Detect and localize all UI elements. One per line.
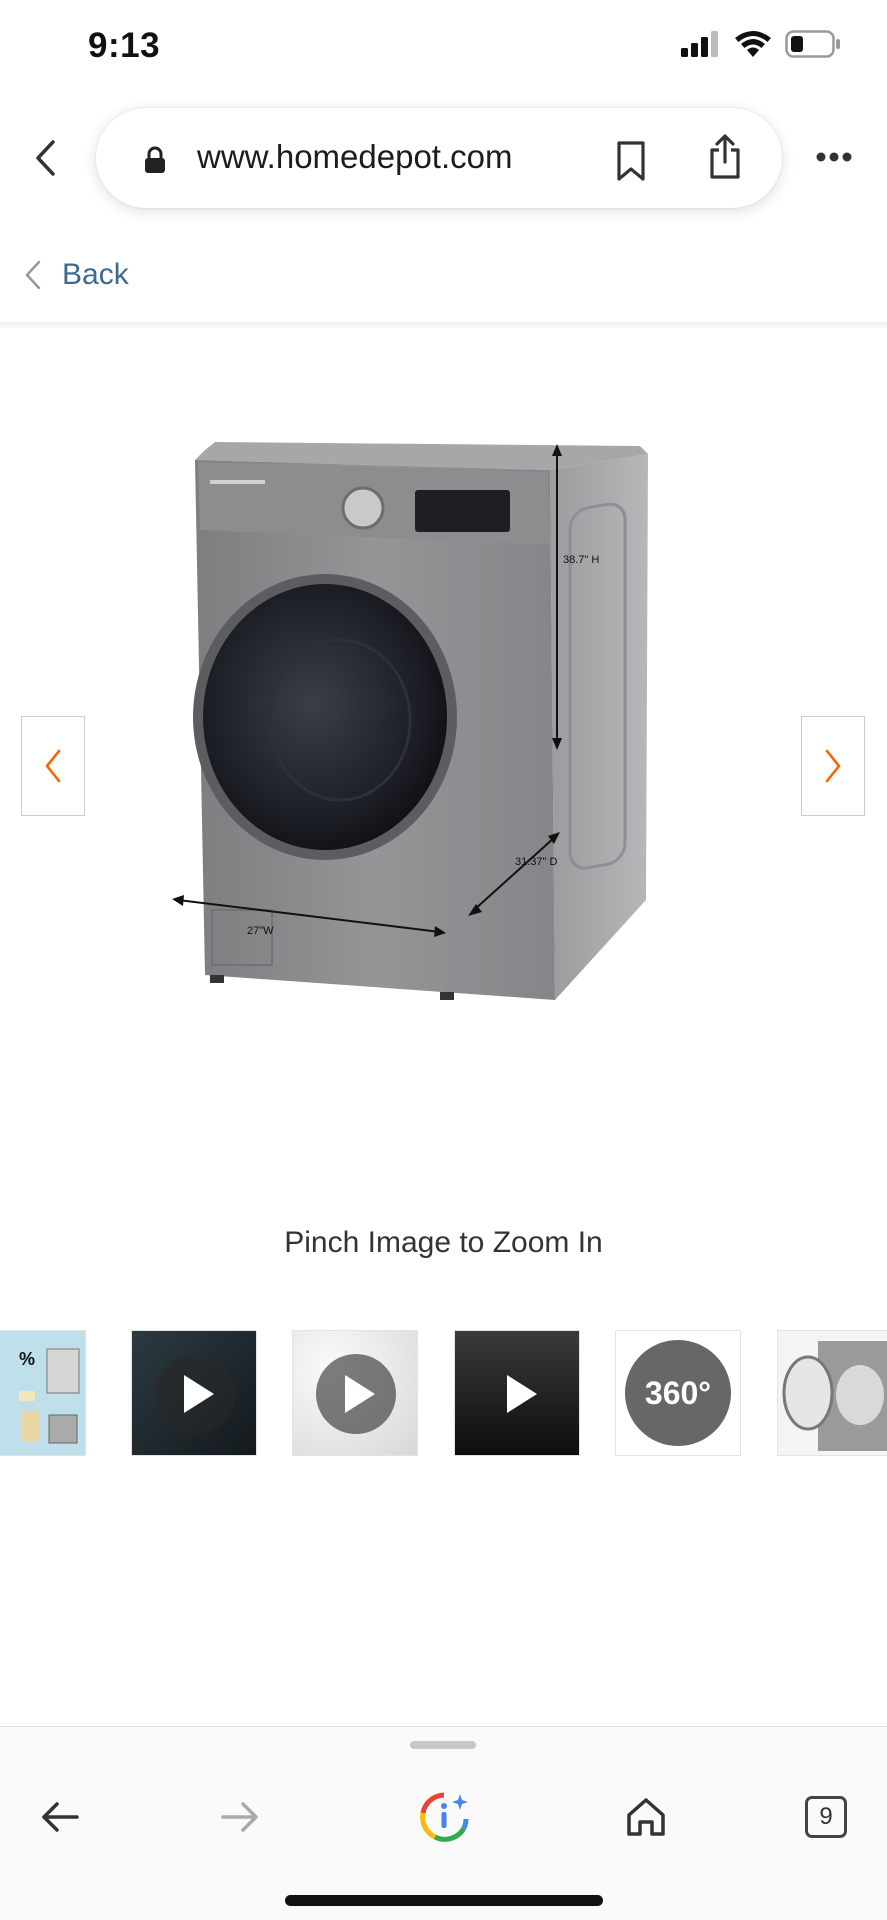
thumbnail-360-view[interactable]: 360° — [615, 1330, 741, 1456]
toolbar-tabs-button[interactable]: 9 — [796, 1787, 856, 1847]
depth-dimension-label: 31.37" D — [515, 856, 557, 868]
width-dimension-label: 27"W — [247, 925, 274, 937]
tabs-icon: 9 — [805, 1796, 847, 1838]
zoom-hint: Pinch Image to Zoom In — [284, 1226, 603, 1259]
wifi-icon — [735, 30, 771, 57]
google-lens-icon — [420, 1792, 469, 1842]
play-icon — [316, 1354, 396, 1434]
toolbar-google-lens-button[interactable] — [414, 1787, 474, 1847]
status-icons — [681, 30, 841, 58]
battery-low-icon — [785, 30, 840, 58]
toolbar-home-button[interactable] — [616, 1787, 676, 1847]
home-indicator[interactable] — [285, 1895, 603, 1906]
cellular-signal-icon — [681, 31, 718, 57]
lock-icon — [145, 146, 165, 173]
thumbnail-video-detail[interactable] — [454, 1330, 580, 1456]
thumbnail-promo[interactable]: % — [0, 1330, 86, 1456]
play-icon — [155, 1354, 235, 1434]
thumbnail-strip[interactable]: % 360° — [0, 1330, 887, 1458]
status-bar: 9:13 — [0, 0, 887, 100]
back-label[interactable]: Back — [62, 258, 129, 292]
product-image-washer[interactable]: 38.7" H 31.37" D 27"W — [150, 420, 740, 1060]
browser-address-row: www.homedepot.com — [0, 100, 887, 220]
play-icon — [478, 1354, 558, 1434]
toolbar-forward-button[interactable] — [210, 1787, 270, 1847]
carousel-prev-button[interactable] — [21, 716, 85, 816]
chevron-left-icon — [45, 749, 61, 783]
chevron-right-icon — [825, 749, 841, 783]
sheet-handle[interactable] — [410, 1741, 476, 1749]
back-arrow-icon — [42, 1802, 79, 1832]
url-text[interactable]: www.homedepot.com — [197, 138, 512, 176]
more-icon[interactable] — [816, 152, 852, 162]
promo-collage-icon: % — [19, 1348, 80, 1444]
thumbnail-video-fabric[interactable] — [292, 1330, 418, 1456]
carousel-next-button[interactable] — [801, 716, 865, 816]
toolbar-back-button[interactable] — [30, 1787, 90, 1847]
thumbnail-video-app[interactable] — [131, 1330, 257, 1456]
thumbnail-open-door[interactable] — [777, 1330, 887, 1456]
forward-arrow-icon — [221, 1802, 258, 1832]
status-time: 9:13 — [88, 26, 161, 65]
back-link[interactable]: Back — [20, 258, 129, 292]
share-icon[interactable] — [708, 134, 742, 180]
home-icon — [627, 1798, 665, 1836]
washer-open-door-icon — [782, 1341, 887, 1451]
spin-360-icon: 360° — [625, 1340, 731, 1446]
height-dimension-label: 38.7" H — [563, 554, 599, 566]
chevron-left-icon[interactable] — [26, 136, 66, 180]
bookmark-icon[interactable] — [616, 140, 646, 182]
address-bar[interactable]: www.homedepot.com — [96, 108, 782, 208]
chevron-left-icon — [25, 260, 41, 290]
browser-bottom-toolbar: 9 — [0, 1726, 887, 1920]
header-divider — [0, 322, 887, 328]
svg-text:%: % — [19, 1349, 35, 1369]
